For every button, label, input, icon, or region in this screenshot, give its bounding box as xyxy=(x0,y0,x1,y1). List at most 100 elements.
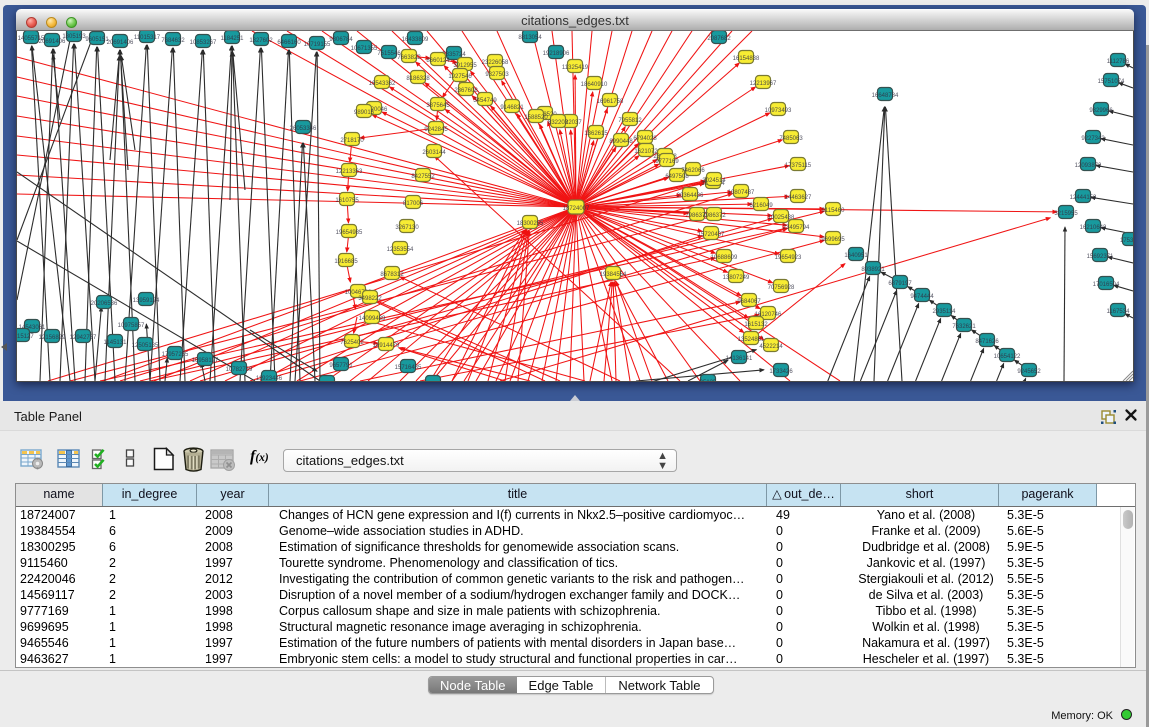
svg-text:2718170: 2718170 xyxy=(340,138,364,144)
svg-text:6466160: 6466160 xyxy=(277,40,301,46)
svg-text:7625402: 7625402 xyxy=(340,340,364,346)
svg-text:11325419: 11325419 xyxy=(562,65,589,71)
svg-text:19218906: 19218906 xyxy=(543,51,570,57)
svg-text:10782759: 10782759 xyxy=(226,367,253,373)
svg-text:6497508: 6497508 xyxy=(665,174,689,180)
svg-text:9806784: 9806784 xyxy=(329,37,353,43)
svg-text:17375115: 17375115 xyxy=(785,163,812,169)
svg-text:1615132: 1615132 xyxy=(744,322,768,328)
svg-text:2087682: 2087682 xyxy=(707,36,731,42)
svg-text:10719155: 10719155 xyxy=(304,42,331,48)
svg-text:10975857: 10975857 xyxy=(118,323,145,329)
svg-text:9242845: 9242845 xyxy=(424,127,448,133)
svg-text:1916685: 1916685 xyxy=(334,259,358,265)
svg-text:8813054: 8813054 xyxy=(518,35,542,41)
svg-text:9115460: 9115460 xyxy=(822,208,846,214)
svg-text:9245652: 9245652 xyxy=(1017,369,1041,375)
svg-text:17957255: 17957255 xyxy=(162,352,189,358)
svg-text:7632621: 7632621 xyxy=(952,324,976,330)
svg-text:4522214: 4522214 xyxy=(759,344,783,350)
svg-text:10973493: 10973493 xyxy=(765,108,792,114)
svg-text:13807249: 13807249 xyxy=(723,275,750,281)
svg-text:12942737: 12942737 xyxy=(70,335,97,341)
svg-text:3454749: 3454749 xyxy=(473,98,497,104)
svg-text:19654985: 19654985 xyxy=(336,230,363,236)
svg-text:14136141: 14136141 xyxy=(726,356,753,362)
svg-text:8678312: 8678312 xyxy=(380,272,404,278)
svg-text:1362615: 1362615 xyxy=(584,131,608,137)
svg-text:13959124: 13959124 xyxy=(133,298,160,304)
svg-text:12156829: 12156829 xyxy=(39,335,66,341)
svg-text:8938921: 8938921 xyxy=(861,267,885,273)
svg-text:19384554: 19384554 xyxy=(600,272,627,278)
svg-text:16210643: 16210643 xyxy=(1080,225,1107,231)
svg-text:15716485: 15716485 xyxy=(395,365,422,371)
svg-text:12505135: 12505135 xyxy=(132,343,159,349)
svg-text:1927546: 1927546 xyxy=(448,74,472,80)
svg-text:989015: 989015 xyxy=(354,110,375,116)
svg-text:817006: 817006 xyxy=(403,201,424,207)
svg-text:16914479: 16914479 xyxy=(373,343,400,349)
svg-text:9474444: 9474444 xyxy=(910,294,934,300)
svg-text:1640951: 1640951 xyxy=(844,253,868,259)
svg-text:8471626: 8471626 xyxy=(975,339,999,345)
svg-text:3267130: 3267130 xyxy=(395,225,419,231)
svg-text:2935114: 2935114 xyxy=(933,309,957,315)
svg-text:6879197: 6879197 xyxy=(888,281,912,287)
svg-text:10958127: 10958127 xyxy=(192,358,219,364)
svg-text:16961758: 16961758 xyxy=(597,99,624,105)
svg-text:70756928: 70756928 xyxy=(768,285,795,291)
svg-text:1610755: 1610755 xyxy=(335,198,359,204)
svg-text:10807487: 10807487 xyxy=(728,190,755,196)
svg-text:1184251: 1184251 xyxy=(221,36,245,42)
svg-text:15720407: 15720407 xyxy=(698,232,725,238)
svg-text:10853267: 10853267 xyxy=(190,40,217,46)
svg-text:17016504: 17016504 xyxy=(1093,282,1120,288)
svg-text:7485063: 7485063 xyxy=(779,136,803,142)
svg-text:1145131: 1145131 xyxy=(104,340,128,346)
svg-text:8186328: 8186328 xyxy=(406,76,430,82)
svg-text:12353554: 12353554 xyxy=(387,247,414,253)
svg-text:8660124: 8660124 xyxy=(426,58,450,64)
svg-text:9146821: 9146821 xyxy=(500,105,524,111)
svg-text:12213967: 12213967 xyxy=(750,81,777,87)
svg-text:3875645: 3875645 xyxy=(426,103,450,109)
svg-text:15692371: 15692371 xyxy=(1087,254,1114,260)
svg-text:6216049: 6216049 xyxy=(749,203,773,209)
svg-text:9777169: 9777169 xyxy=(655,159,679,165)
svg-text:11923446: 11923446 xyxy=(256,376,283,381)
svg-text:7663822: 7663822 xyxy=(397,55,421,61)
svg-text:9227342: 9227342 xyxy=(1081,136,1105,142)
svg-text:26053346: 26053346 xyxy=(290,126,317,132)
svg-text:9329966: 9329966 xyxy=(1089,108,1113,114)
svg-text:16648784: 16648784 xyxy=(872,93,899,99)
svg-text:3215955: 3215955 xyxy=(1054,211,1078,217)
svg-text:2367608: 2367608 xyxy=(454,88,478,94)
svg-text:1805193: 1805193 xyxy=(62,34,86,40)
svg-text:3024514: 3024514 xyxy=(702,178,726,184)
svg-text:8990448: 8990448 xyxy=(609,139,633,145)
svg-text:1327602: 1327602 xyxy=(249,38,273,44)
svg-text:832203: 832203 xyxy=(548,120,569,126)
svg-text:9327503: 9327503 xyxy=(485,72,509,78)
svg-text:9699695: 9699695 xyxy=(821,237,845,243)
svg-text:1167534: 1167534 xyxy=(1107,309,1131,315)
svg-text:18640910: 18640910 xyxy=(581,82,608,88)
svg-text:20691406: 20691406 xyxy=(107,40,134,46)
svg-text:6794028: 6794028 xyxy=(633,136,657,142)
svg-text:10671355: 10671355 xyxy=(351,46,378,52)
svg-text:7955812: 7955812 xyxy=(618,118,642,124)
svg-text:175331: 175331 xyxy=(1120,238,1133,244)
svg-text:15751074: 15751074 xyxy=(1098,79,1125,85)
svg-text:7462066: 7462066 xyxy=(681,168,705,174)
svg-text:3915127: 3915127 xyxy=(17,334,34,340)
svg-text:10688609: 10688609 xyxy=(711,255,738,261)
svg-text:18300295: 18300295 xyxy=(517,221,544,227)
svg-text:12213363: 12213363 xyxy=(336,169,363,175)
svg-text:10654122: 10654122 xyxy=(994,354,1021,360)
svg-text:16543362: 16543362 xyxy=(369,81,396,87)
svg-text:7986372: 7986372 xyxy=(702,213,726,219)
svg-text:16433809: 16433809 xyxy=(402,37,429,43)
svg-text:16154838: 16154838 xyxy=(733,56,760,62)
svg-text:1588520: 1588520 xyxy=(524,115,548,121)
